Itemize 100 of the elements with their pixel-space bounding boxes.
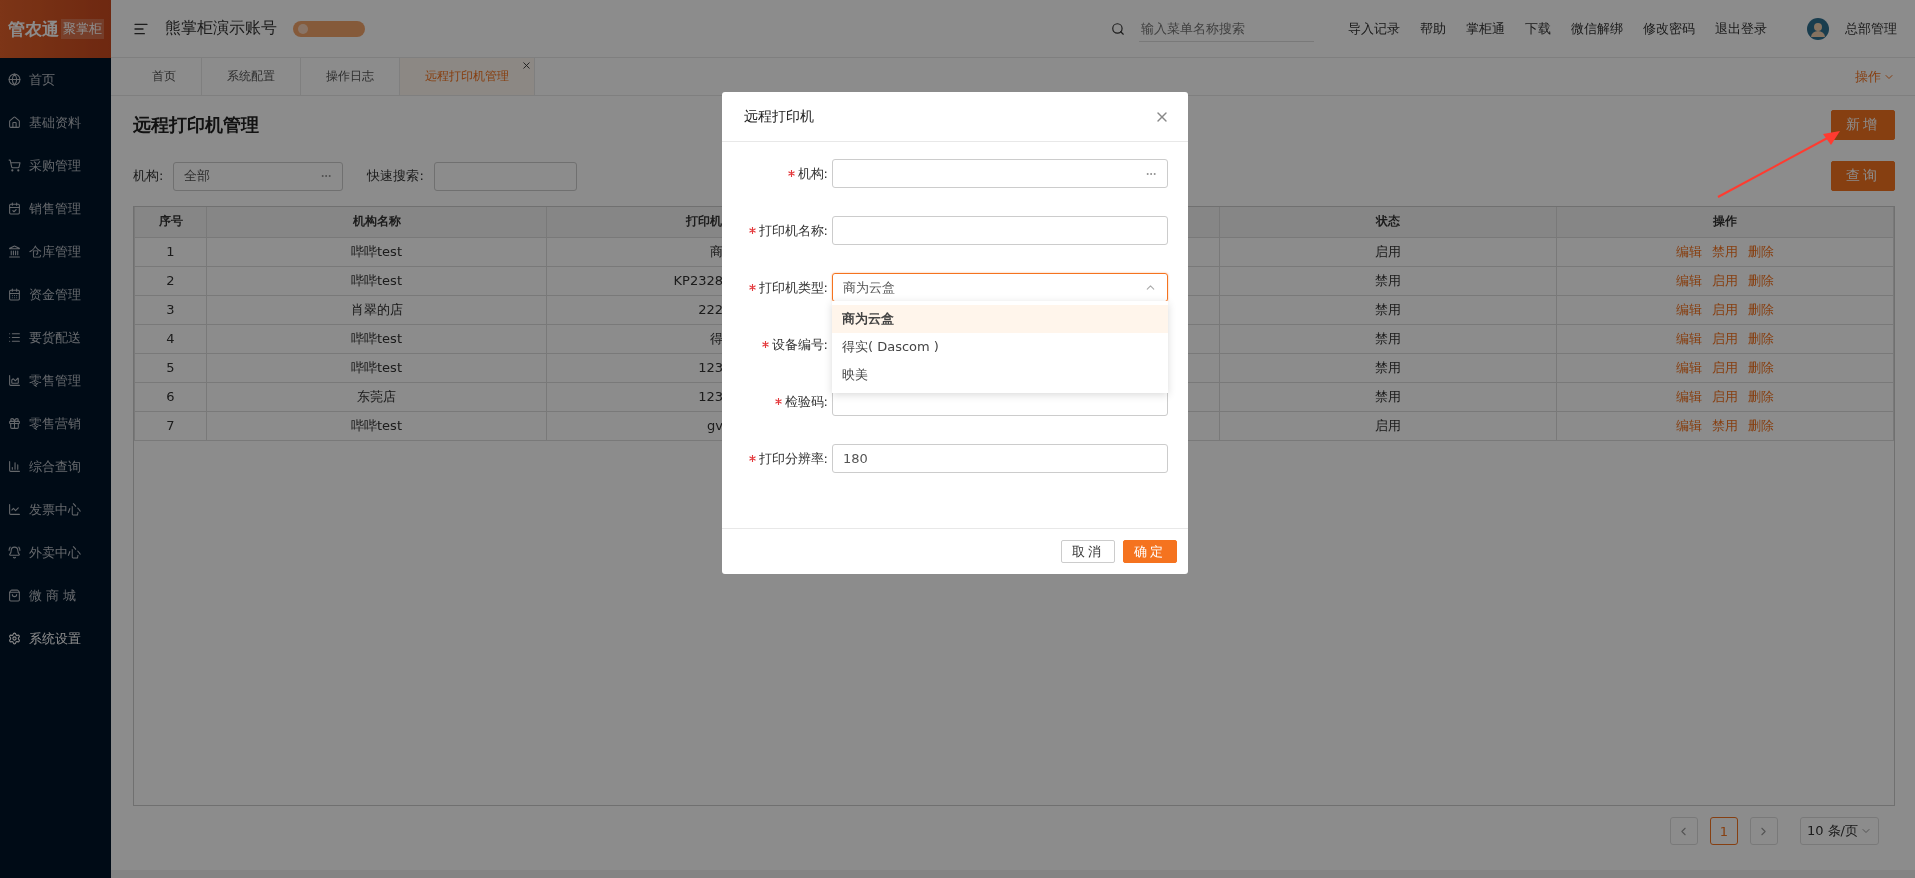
globe-icon xyxy=(8,73,21,86)
table-cell: 哔哔test xyxy=(206,266,547,295)
table-cell: 禁用 xyxy=(1219,324,1557,353)
action-link[interactable]: 编辑 xyxy=(1676,417,1702,433)
sidebar-item[interactable]: 综合查询 xyxy=(0,445,111,488)
area-chart-icon xyxy=(8,374,21,387)
action-link[interactable]: 删除 xyxy=(1748,272,1774,288)
table-cell: 哔哔test xyxy=(206,353,547,382)
table-cell: 4 xyxy=(134,324,207,353)
table-cell: 5 xyxy=(134,353,207,382)
logo-text: 管农通 xyxy=(7,17,59,41)
page-button[interactable]: 1 xyxy=(1709,817,1738,845)
sidebar-item[interactable]: 要货配送 xyxy=(0,316,111,359)
table-cell: 1 xyxy=(134,237,207,266)
header-link[interactable]: 掌柜通 xyxy=(1466,19,1505,38)
action-link[interactable]: 启用 xyxy=(1712,272,1738,288)
header-link[interactable]: 退出登录 xyxy=(1715,19,1767,38)
input-field[interactable]: 180 xyxy=(832,444,1168,473)
table-cell: 禁用 xyxy=(1219,266,1557,295)
account-name: 熊掌柜演示账号 xyxy=(165,18,277,39)
action-link[interactable]: 编辑 xyxy=(1676,243,1702,259)
query-button[interactable]: 查询 xyxy=(1831,161,1895,191)
header-link[interactable]: 帮助 xyxy=(1420,19,1446,38)
action-link[interactable]: 编辑 xyxy=(1676,330,1702,346)
action-link[interactable]: 删除 xyxy=(1748,243,1774,259)
sidebar-item[interactable]: 销售管理 xyxy=(0,187,111,230)
table-cell: 6 xyxy=(134,382,207,411)
gift-icon xyxy=(8,417,21,430)
table-cell: 哔哔test xyxy=(206,237,547,266)
page-title: 远程打印机管理 xyxy=(133,113,259,137)
sidebar-item[interactable]: 首页 xyxy=(0,58,111,101)
table-cell: 东莞店 xyxy=(206,382,547,411)
action-link[interactable]: 编辑 xyxy=(1676,272,1702,288)
column-header: 序号 xyxy=(134,207,207,237)
filter-label: 机构: xyxy=(133,167,164,185)
action-link[interactable]: 启用 xyxy=(1712,330,1738,346)
column-header: 状态 xyxy=(1219,207,1557,237)
filter-label: 快速搜索: xyxy=(367,167,424,185)
picker-field[interactable]: 全部 xyxy=(173,161,344,191)
sidebar-item[interactable]: 发票中心 xyxy=(0,488,111,531)
action-link[interactable]: 禁用 xyxy=(1712,243,1738,259)
action-link[interactable]: 删除 xyxy=(1748,388,1774,404)
action-link[interactable]: 删除 xyxy=(1748,359,1774,375)
action-link[interactable]: 编辑 xyxy=(1676,388,1702,404)
bell-icon xyxy=(8,546,21,559)
action-link[interactable]: 禁用 xyxy=(1712,417,1738,433)
header-link[interactable]: 修改密码 xyxy=(1643,19,1695,38)
action-link[interactable]: 删除 xyxy=(1748,330,1774,346)
sidebar-item[interactable]: 资金管理 xyxy=(0,273,111,316)
sidebar-item[interactable]: 基础资料 xyxy=(0,101,111,144)
table-cell: 3 xyxy=(134,295,207,324)
table-cell: 7 xyxy=(134,411,207,440)
actions-menu[interactable]: 操作 xyxy=(1855,58,1915,95)
action-link[interactable]: 启用 xyxy=(1712,359,1738,375)
action-link[interactable]: 编辑 xyxy=(1676,359,1702,375)
field-label: 打印机名称: xyxy=(758,221,828,240)
field-label: 打印分辨率: xyxy=(758,449,828,468)
table-cell: 2 xyxy=(134,266,207,295)
table-cell: 启用 xyxy=(1219,237,1557,266)
cart-icon xyxy=(8,159,21,172)
picker-field[interactable] xyxy=(832,159,1168,188)
bag-icon xyxy=(8,589,21,602)
table-cell: 哔哔test xyxy=(206,411,547,440)
settings-icon xyxy=(8,632,21,645)
confirm-button[interactable]: 确定 xyxy=(1123,540,1177,563)
cancel-button[interactable]: 取消 xyxy=(1061,540,1115,563)
header-link[interactable]: 下载 xyxy=(1525,19,1551,38)
calendar-icon xyxy=(8,288,21,301)
action-link[interactable]: 删除 xyxy=(1748,417,1774,433)
action-link[interactable]: 启用 xyxy=(1712,388,1738,404)
action-link[interactable]: 删除 xyxy=(1748,301,1774,317)
sidebar-item[interactable]: 采购管理 xyxy=(0,144,111,187)
dialog-title: 远程打印机 xyxy=(744,107,814,126)
sidebar-item[interactable]: 微 商 城 xyxy=(0,574,111,617)
sidebar-item[interactable]: 外卖中心 xyxy=(0,531,111,574)
sidebar-item[interactable]: 零售营销 xyxy=(0,402,111,445)
search-icon xyxy=(1111,21,1125,36)
edition-badge-icon xyxy=(293,18,365,39)
dropdown-option[interactable]: 得实( Dascom ) xyxy=(832,333,1168,361)
table-cell: 哔哔test xyxy=(206,324,547,353)
dropdown-option[interactable]: 映美 xyxy=(832,361,1168,389)
close-icon[interactable] xyxy=(521,60,532,71)
add-button[interactable]: 新增 xyxy=(1831,110,1895,140)
header-link[interactable]: 导入记录 xyxy=(1348,19,1400,38)
header-link[interactable]: 微信解绑 xyxy=(1571,19,1623,38)
previous-page-button[interactable] xyxy=(1669,817,1698,845)
page-size-select[interactable]: 10 条/页 xyxy=(1799,817,1879,845)
sidebar-item[interactable]: 零售管理 xyxy=(0,359,111,402)
dropdown-option[interactable]: 商为云盒 xyxy=(832,305,1168,333)
field-label: 打印机类型: xyxy=(758,278,828,297)
user-name[interactable]: 总部管理 xyxy=(1845,19,1897,38)
house-icon xyxy=(8,116,21,129)
search-field[interactable] xyxy=(433,161,577,191)
action-link[interactable]: 编辑 xyxy=(1676,301,1702,317)
action-link[interactable]: 启用 xyxy=(1712,301,1738,317)
sidebar-item[interactable]: 仓库管理 xyxy=(0,230,111,273)
next-page-button[interactable] xyxy=(1749,817,1778,845)
input-field[interactable] xyxy=(832,216,1168,245)
tab[interactable]: 远程打印机管理 xyxy=(400,58,535,95)
field-label: 机构: xyxy=(797,164,828,183)
